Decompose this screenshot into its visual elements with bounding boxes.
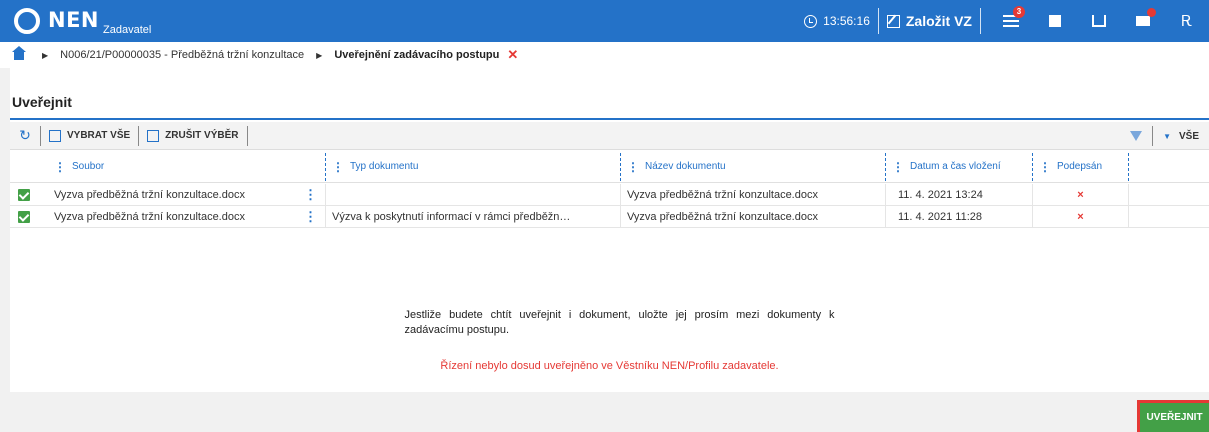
warning-message: Řízení nebylo dosud uveřejněno ve Věstní… bbox=[440, 360, 779, 372]
column-menu-icon: ⋮ bbox=[332, 159, 344, 174]
messages-button[interactable] bbox=[1121, 0, 1165, 42]
column-menu-icon: ⋮ bbox=[627, 159, 639, 174]
cell-type bbox=[326, 183, 621, 206]
view-all-label: VŠE bbox=[1178, 130, 1199, 142]
inbox-button[interactable] bbox=[1077, 0, 1121, 42]
column-divider bbox=[1128, 152, 1129, 181]
cell-file: Vyzva předběžná tržní konzultace.docx ⋮ bbox=[54, 205, 326, 228]
cell-file-text: Vyzva předběžná tržní konzultace.docx bbox=[54, 188, 245, 201]
more-options-icon[interactable]: ⋮ bbox=[304, 187, 317, 203]
breadcrumb-current: Uveřejnění zadávacího postupu bbox=[334, 49, 500, 61]
home-icon[interactable] bbox=[12, 45, 26, 60]
col-header-signed-label: Podepsán bbox=[1057, 161, 1103, 172]
user-icon: Ꭱ bbox=[1181, 12, 1193, 30]
caret-down-icon: ▼ bbox=[1163, 131, 1171, 141]
cell-name: Vyzva předběžná tržní konzultace.docx bbox=[621, 183, 886, 206]
cell-datetime: 11. 4. 2021 11:28 bbox=[886, 205, 1033, 228]
checkbox-checked[interactable] bbox=[18, 188, 30, 201]
calculator-icon bbox=[1049, 15, 1061, 27]
unread-dot bbox=[1147, 8, 1156, 17]
publish-button[interactable]: UVEŘEJNIT bbox=[1137, 400, 1209, 432]
grid-header: ⋮ Soubor ⋮ Typ dokumentu ⋮ Název dokumen… bbox=[10, 151, 1209, 183]
divider bbox=[246, 125, 248, 146]
checkbox-checked[interactable] bbox=[18, 210, 30, 223]
deselect-button[interactable]: ZRUŠIT VÝBĚR bbox=[139, 122, 246, 150]
info-text: Jestliže budete chtít uveřejnit i dokume… bbox=[404, 309, 835, 336]
column-menu-icon: ⋮ bbox=[54, 159, 66, 174]
logo-subtitle: Zadavatel bbox=[103, 24, 152, 36]
select-all-label: VYBRAT VŠE bbox=[67, 130, 131, 141]
col-header-file-label: Soubor bbox=[72, 161, 105, 172]
select-all-icon bbox=[49, 129, 61, 142]
header-checkbox-col bbox=[10, 151, 54, 183]
page-title: Uveřejnit bbox=[10, 68, 1209, 120]
col-header-type[interactable]: ⋮ Typ dokumentu bbox=[326, 151, 621, 183]
cell-type: Výzva k poskytnutí informací v rámci pře… bbox=[326, 205, 621, 228]
inbox-icon bbox=[1092, 15, 1106, 27]
clock-icon bbox=[804, 14, 818, 28]
notification-badge: 3 bbox=[1013, 6, 1025, 18]
chevron-right-icon: ▶ bbox=[316, 50, 323, 60]
close-icon[interactable]: ✕ bbox=[507, 47, 518, 63]
deselect-icon bbox=[147, 129, 160, 142]
cell-signed: × bbox=[1033, 205, 1129, 228]
breadcrumb-item-procedure[interactable]: N006/21/P00000035 - Předběžná tržní konz… bbox=[60, 49, 304, 61]
cell-file: Vyzva předběžná tržní konzultace.docx ⋮ bbox=[54, 183, 326, 206]
deselect-label: ZRUŠIT VÝBĚR bbox=[165, 130, 239, 141]
cell-name-text: Vyzva předběžná tržní konzultace.docx bbox=[627, 188, 818, 201]
column-menu-icon: ⋮ bbox=[892, 159, 904, 174]
logo-circle-icon bbox=[14, 8, 40, 34]
session-clock: 13:56:16 bbox=[804, 14, 870, 28]
filter-icon[interactable] bbox=[1130, 131, 1143, 141]
nen-logo[interactable]: NEN Zadavatel bbox=[14, 4, 151, 38]
col-header-file[interactable]: ⋮ Soubor bbox=[54, 151, 326, 183]
col-header-name[interactable]: ⋮ Název dokumentu bbox=[621, 151, 886, 183]
table-row[interactable]: Vyzva předběžná tržní konzultace.docx ⋮ … bbox=[10, 205, 1209, 228]
cell-name: Vyzva předběžná tržní konzultace.docx bbox=[621, 205, 886, 228]
cell-datetime: 11. 4. 2021 13:24 bbox=[886, 183, 1033, 206]
cell-datetime-text: 11. 4. 2021 13:24 bbox=[898, 188, 983, 201]
divider bbox=[980, 8, 981, 34]
col-header-name-label: Název dokumentu bbox=[645, 161, 726, 172]
cell-file-text: Vyzva předběžná tržní konzultace.docx bbox=[54, 210, 245, 223]
col-header-type-label: Typ dokumentu bbox=[350, 161, 419, 172]
col-header-datetime-label: Datum a čas vložení bbox=[910, 161, 1001, 172]
view-all-dropdown[interactable]: ▼ VŠE bbox=[1153, 131, 1209, 142]
calculator-button[interactable] bbox=[1033, 0, 1077, 42]
col-header-datetime[interactable]: ⋮ Datum a čas vložení bbox=[886, 151, 1033, 183]
info-message: Jestliže budete chtít uveřejnit i dokume… bbox=[10, 308, 1209, 338]
not-signed-icon: × bbox=[1077, 188, 1084, 201]
row-checkbox-cell[interactable] bbox=[10, 184, 54, 206]
user-button[interactable]: Ꭱ bbox=[1165, 0, 1209, 42]
mail-icon bbox=[1136, 16, 1150, 26]
refresh-button[interactable]: ↻ bbox=[10, 122, 40, 150]
table-row[interactable]: Vyzva předběžná tržní konzultace.docx ⋮ … bbox=[10, 183, 1209, 206]
grid-toolbar: ↻ VYBRAT VŠE ZRUŠIT VÝBĚR ▼ VŠE bbox=[10, 122, 1209, 150]
clock-time: 13:56:16 bbox=[823, 14, 870, 28]
logo-text: NEN bbox=[48, 8, 99, 32]
cell-name-text: Vyzva předběžná tržní konzultace.docx bbox=[627, 210, 818, 223]
new-vz-label: Založit VZ bbox=[905, 13, 972, 29]
divider bbox=[877, 8, 879, 34]
refresh-icon: ↻ bbox=[19, 127, 31, 143]
not-signed-icon: × bbox=[1077, 210, 1084, 223]
cell-datetime-text: 11. 4. 2021 11:28 bbox=[898, 210, 982, 223]
col-header-signed[interactable]: ⋮ Podepsán bbox=[1033, 151, 1129, 183]
cell-signed: × bbox=[1033, 183, 1129, 206]
top-bar: NEN Zadavatel 13:56:16 Založit VZ 3 Ꭱ bbox=[0, 0, 1209, 42]
tasks-menu-button[interactable]: 3 bbox=[989, 0, 1033, 42]
new-vz-button[interactable]: Založit VZ bbox=[886, 13, 972, 29]
edit-icon bbox=[886, 14, 900, 28]
more-options-icon[interactable]: ⋮ bbox=[304, 209, 317, 225]
chevron-right-icon: ▶ bbox=[42, 50, 49, 60]
breadcrumb: ▶ N006/21/P00000035 - Předběžná tržní ko… bbox=[0, 42, 1209, 68]
publish-button-label: UVEŘEJNIT bbox=[1140, 403, 1209, 432]
column-menu-icon: ⋮ bbox=[1039, 159, 1051, 174]
cell-type-text: Výzva k poskytnutí informací v rámci pře… bbox=[332, 210, 571, 223]
publish-panel: Uveřejnit ↻ VYBRAT VŠE ZRUŠIT VÝBĚR ▼ VŠ… bbox=[10, 68, 1209, 392]
row-checkbox-cell[interactable] bbox=[10, 206, 54, 228]
select-all-button[interactable]: VYBRAT VŠE bbox=[41, 122, 138, 150]
